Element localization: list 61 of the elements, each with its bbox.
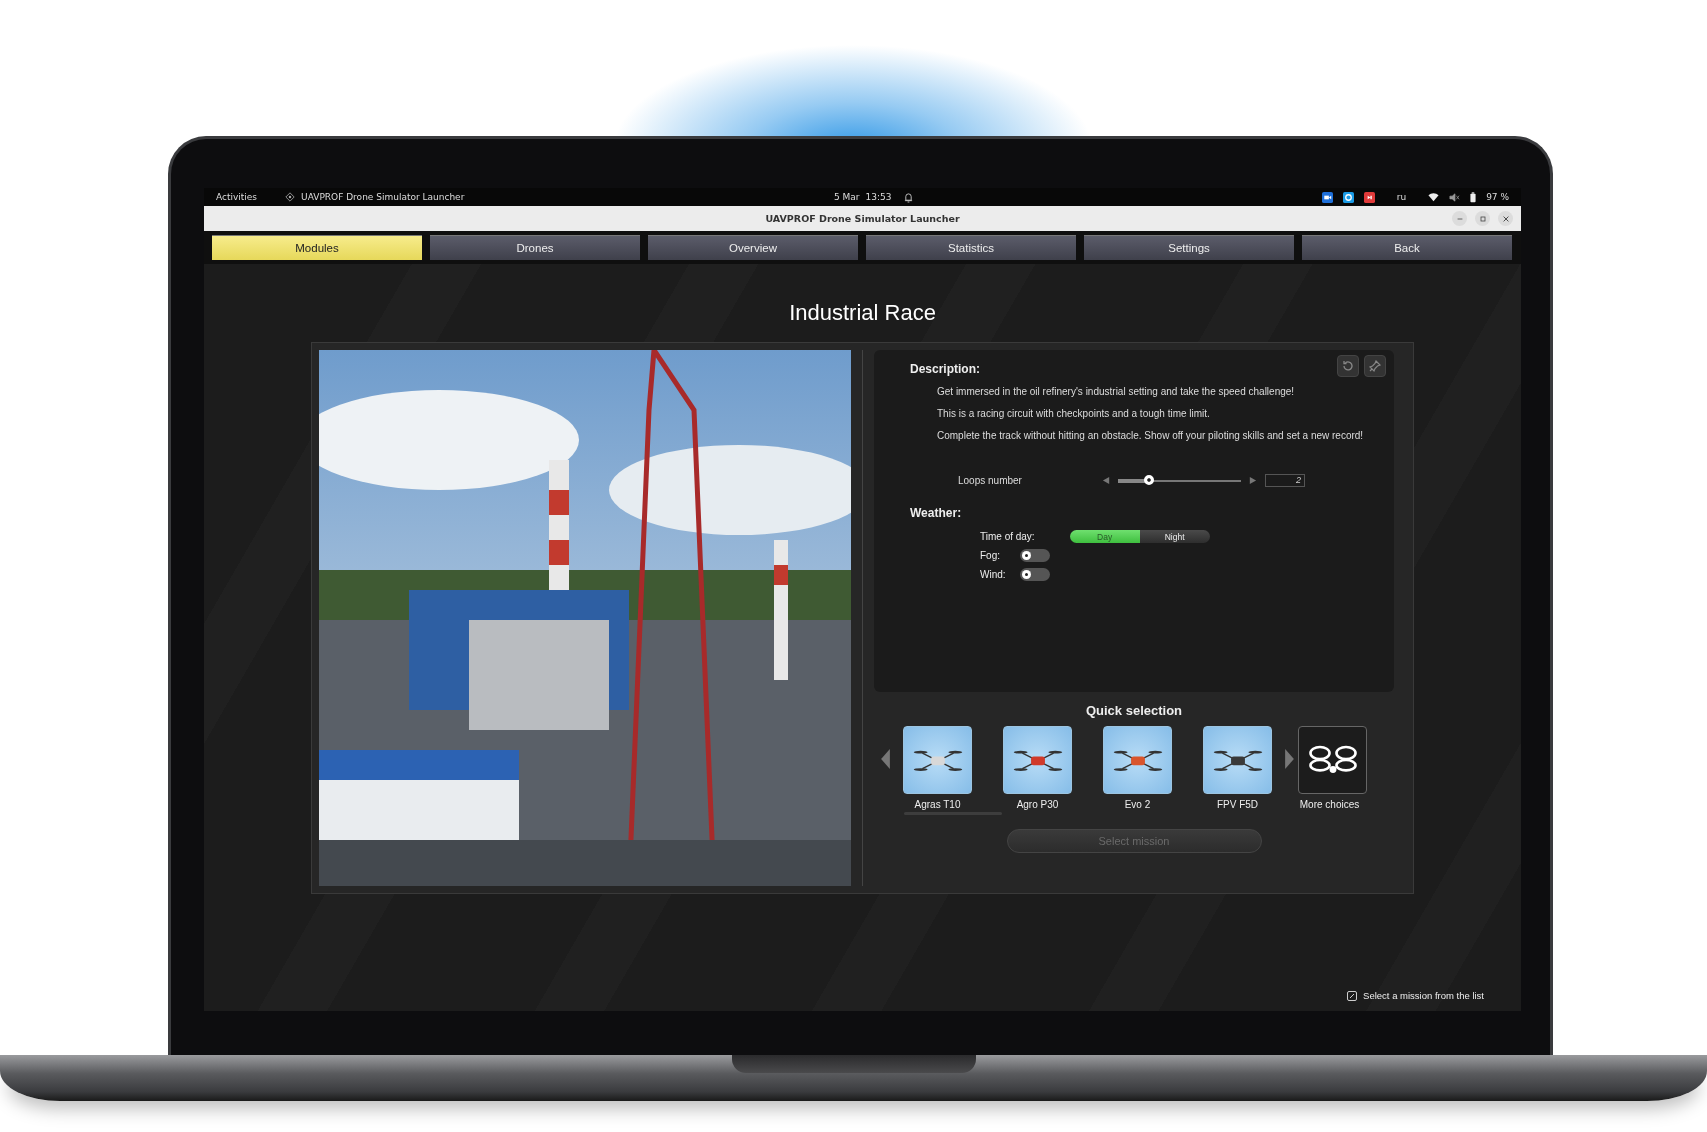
wifi-icon[interactable] [1428,191,1440,203]
time-of-day-option[interactable]: Day [1069,530,1140,543]
drone-name: Agras T10 [914,799,961,810]
nav-tab[interactable]: Back [1302,235,1512,260]
description-text: Get immersed in the oil refinery's industrial setting and take the speed challenge! [937,386,1296,398]
restore-icon [1478,214,1487,223]
date-text: 5 Mar [834,192,860,202]
close-button[interactable] [1498,211,1513,226]
camera-icon[interactable] [1321,191,1333,203]
decrease-arrow-icon[interactable] [1102,476,1111,485]
reset-button[interactable] [1337,355,1359,377]
more-choices-button[interactable] [1298,726,1367,794]
mission-title: Industrial Race [789,300,936,326]
toggle-switch[interactable] [1020,549,1050,562]
increase-arrow-icon[interactable] [1248,476,1257,485]
close-icon [1501,214,1510,223]
nav-tab[interactable]: Settings [1084,235,1294,260]
drone-name: FPV F5D [1216,799,1259,810]
drone-thumbnail[interactable] [903,726,972,794]
loops-label: Loops number [958,475,1023,486]
left-arrow-icon[interactable] [880,748,891,770]
nav-tab[interactable]: Modules [212,235,422,260]
nav-tab[interactable]: Statistics [866,235,1076,260]
description-label: Description: [910,362,980,376]
sync-icon[interactable] [1342,191,1354,203]
pin-button[interactable] [1364,355,1386,377]
reset-icon [1341,359,1355,373]
status-message: Select a mission from the list [1363,990,1484,1001]
description-text: This is a racing circuit with checkpoints and a tough time limit. [937,408,1211,420]
more-choices-label: More choices [1299,799,1360,810]
drone-name: Agro P30 [1016,799,1059,810]
time-of-day-label: Time of day: [980,531,1035,542]
description-text: Complete the track without hitting an obstacle. Show off your piloting skills and set a new record! [937,430,1365,442]
muted-speaker-icon[interactable] [1449,191,1461,203]
keyboard-layout[interactable]: ru [1396,192,1407,202]
nav-tab[interactable]: Drones [430,235,640,260]
activities-button[interactable]: Activities [216,192,258,202]
app-name: UAVPROF Drone Simulator Launcher [301,192,465,202]
weather-toggle-label: Fog: [980,550,1001,561]
battery-percent: 97 % [1486,192,1509,202]
weather-label: Weather: [910,506,962,520]
toggle-switch[interactable] [1020,568,1050,581]
app-icon [285,192,296,202]
window-title: UAVPROF Drone Simulator Launcher [765,213,960,224]
loops-value-field[interactable]: 2 [1265,474,1305,487]
battery-icon[interactable] [1470,191,1477,203]
quick-selection-title: Quick selection [1085,703,1183,718]
share-icon[interactable] [1363,191,1375,203]
pin-icon [1368,359,1382,373]
drone-thumbnail[interactable] [1003,726,1072,794]
drone-thumbnail[interactable] [1203,726,1272,794]
drone-name: Evo 2 [1124,799,1151,810]
weather-toggle-label: Wind: [980,569,1007,580]
drone-thumbnail[interactable] [1103,726,1172,794]
info-icon [1347,990,1358,1001]
slider-thumb[interactable] [1143,474,1154,485]
bell-icon [903,191,913,203]
right-arrow-icon[interactable] [1284,748,1295,770]
clock-text: 13:53 [865,192,892,202]
time-of-day-option[interactable]: Night [1139,530,1210,543]
nav-tab[interactable]: Overview [648,235,858,260]
